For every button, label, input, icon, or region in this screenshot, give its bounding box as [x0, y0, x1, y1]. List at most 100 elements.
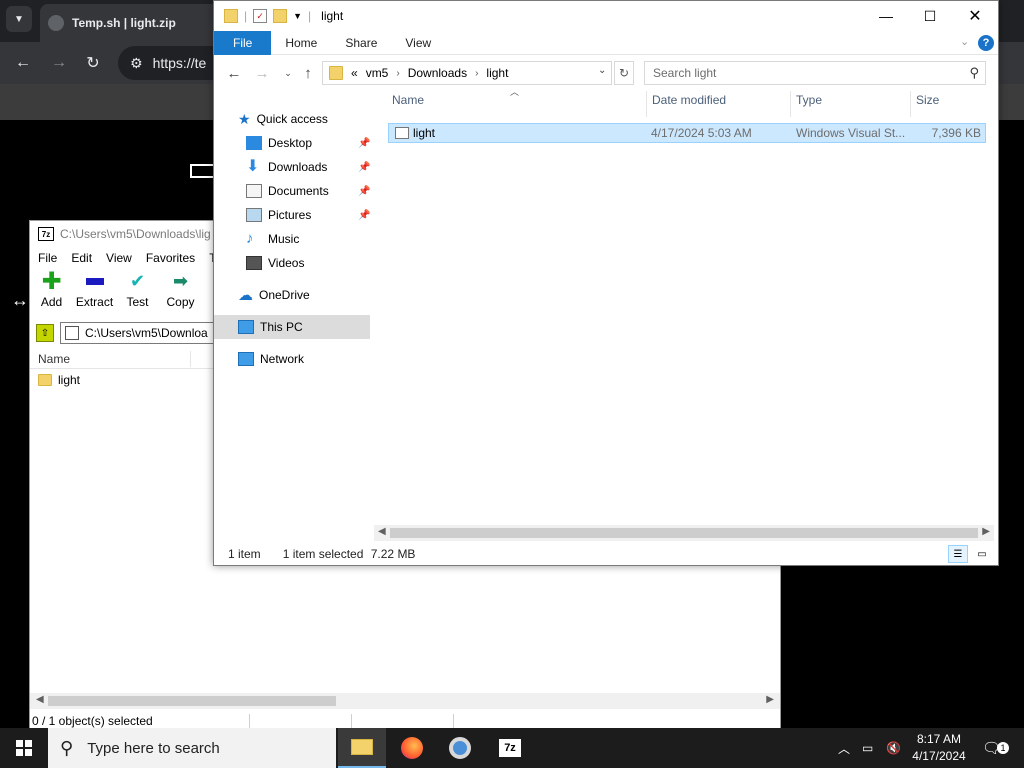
selected-size: 7.22 MB — [370, 547, 416, 561]
archive-icon — [65, 326, 79, 340]
column-type[interactable]: Type — [796, 93, 822, 107]
scroll-left-icon[interactable]: ◀ — [378, 526, 386, 537]
music-icon: ♪ — [246, 230, 254, 247]
chevron-right-icon[interactable]: › — [396, 68, 399, 79]
column-divider[interactable] — [190, 351, 191, 367]
close-button[interactable]: ✕ — [952, 1, 998, 31]
file-explorer-taskbar-icon[interactable] — [338, 728, 386, 768]
taskbar-clock[interactable]: 8:17 AM 4/17/2024 — [904, 731, 974, 765]
add-button[interactable]: ✚ Add — [30, 268, 73, 317]
scroll-left-icon[interactable]: ◀ — [36, 694, 44, 705]
sidebar-item-documents[interactable]: Documents 📌 — [246, 179, 378, 203]
maximize-button[interactable]: ☐ — [907, 1, 953, 31]
sidebar-item-network[interactable]: Network — [238, 347, 304, 371]
list-item[interactable]: light — [38, 373, 80, 387]
network-tray-icon[interactable]: ▭ — [862, 728, 873, 768]
pin-icon: 📌 — [358, 185, 371, 197]
minimize-button[interactable]: — — [863, 1, 909, 31]
help-icon[interactable]: ? — [978, 35, 994, 51]
sidebar-item-music[interactable]: ♪ Music — [246, 227, 299, 251]
breadcrumb-light[interactable]: light — [486, 66, 508, 80]
tab-title: Temp.sh | light.zip — [72, 16, 176, 30]
tab-home[interactable]: Home — [271, 31, 331, 55]
tab-file[interactable]: File — [214, 30, 272, 55]
properties-icon[interactable]: ✓ — [253, 9, 268, 23]
column-divider[interactable] — [790, 91, 791, 117]
qa-dropdown-icon[interactable]: ▼ — [293, 11, 302, 21]
scroll-right-icon[interactable]: ▶ — [766, 694, 774, 705]
column-divider[interactable] — [910, 91, 911, 117]
recent-locations-icon[interactable]: ⌄ — [278, 63, 298, 83]
file-date: 4/17/2024 5:03 AM — [651, 126, 752, 140]
sidebar-item-downloads[interactable]: ⬇ Downloads 📌 — [246, 155, 378, 179]
table-row[interactable]: light 4/17/2024 5:03 AM Windows Visual S… — [388, 123, 986, 143]
extract-button[interactable]: Extract — [73, 271, 116, 317]
menu-favorites[interactable]: Favorites — [146, 251, 195, 265]
sevenzip-horizontal-scrollbar[interactable]: ◀ ▶ — [30, 693, 780, 709]
star-icon: ★ — [238, 110, 251, 127]
sidebar-item-desktop[interactable]: Desktop 📌 — [246, 131, 378, 155]
column-name[interactable]: Name — [392, 93, 424, 107]
taskbar-search-box[interactable]: ⚲ Type here to search — [48, 728, 336, 768]
large-icons-view-icon[interactable]: ▭ — [972, 545, 992, 563]
column-date-modified[interactable]: Date modified — [652, 93, 726, 107]
breadcrumb[interactable]: « vm5 › Downloads › light — [322, 61, 612, 85]
scroll-thumb[interactable] — [390, 528, 978, 538]
notification-center-icon[interactable]: 🗨 1 — [982, 728, 1010, 768]
back-arrow-icon[interactable]: ← — [12, 52, 34, 74]
back-arrow-icon[interactable]: ← — [224, 63, 244, 83]
search-icon: ⚲ — [969, 65, 979, 80]
reload-icon[interactable]: ↻ — [82, 52, 104, 74]
sidebar-item-this-pc[interactable]: This PC — [214, 315, 370, 339]
sidebar-item-onedrive[interactable]: ☁ OneDrive — [238, 283, 310, 307]
breadcrumb-downloads[interactable]: Downloads — [408, 66, 467, 80]
start-button[interactable] — [0, 728, 48, 768]
chrome-taskbar-icon[interactable] — [436, 728, 484, 768]
address-dropdown-icon[interactable]: ⌄ — [598, 65, 606, 76]
details-view-icon[interactable]: ☰ — [948, 545, 968, 563]
up-arrow-icon[interactable]: ↑ — [298, 63, 318, 83]
music-label: Music — [268, 232, 300, 246]
firefox-icon — [401, 737, 423, 759]
test-button[interactable]: ✔ Test — [116, 271, 159, 317]
refresh-icon[interactable]: ↻ — [614, 61, 634, 85]
file-icon — [395, 127, 409, 139]
show-hidden-icons-icon[interactable]: ︿ — [838, 728, 850, 768]
sidebar-item-pictures[interactable]: Pictures 📌 — [246, 203, 378, 227]
explorer-address-row: ← → ⌄ ↑ « vm5 › Downloads › light ⌄ ↻ Se… — [214, 59, 998, 87]
breadcrumb-vm5[interactable]: vm5 — [366, 66, 389, 80]
explorer-horizontal-scrollbar[interactable]: ◀ ▶ — [374, 525, 994, 541]
copy-label: Copy — [166, 295, 195, 309]
folder-up-icon[interactable]: ⇧ — [36, 324, 54, 342]
sidebar-item-videos[interactable]: Videos — [246, 251, 304, 275]
firefox-taskbar-icon[interactable] — [388, 728, 436, 768]
breadcrumb-overflow[interactable]: « — [351, 66, 358, 80]
chevron-right-icon[interactable]: › — [475, 68, 478, 79]
videos-icon — [246, 256, 262, 270]
column-size[interactable]: Size — [916, 93, 939, 107]
tab-share[interactable]: Share — [331, 31, 391, 55]
sevenzip-name-column[interactable]: Name — [38, 352, 70, 366]
tab-view[interactable]: View — [391, 31, 445, 55]
sevenzip-taskbar-icon[interactable]: 7z — [486, 728, 534, 768]
sidebar-item-quick-access[interactable]: ★ Quick access — [238, 107, 328, 131]
menu-view[interactable]: View — [106, 251, 132, 265]
file-name: light — [413, 126, 436, 140]
scroll-thumb[interactable] — [48, 696, 336, 706]
ribbon-expand-icon[interactable]: ⌄ — [960, 35, 969, 48]
chrome-tab[interactable]: Temp.sh | light.zip — [40, 4, 230, 42]
volume-muted-icon[interactable]: 🔇 — [886, 728, 901, 768]
forward-arrow-icon[interactable]: → — [252, 63, 272, 83]
site-settings-icon[interactable]: ⚙ — [130, 55, 143, 72]
new-folder-icon[interactable] — [273, 9, 288, 23]
divider: | — [244, 9, 248, 23]
url-text: https://te — [152, 55, 207, 71]
menu-file[interactable]: File — [38, 251, 57, 265]
scroll-right-icon[interactable]: ▶ — [982, 526, 990, 537]
copy-button[interactable]: ➡ Copy — [159, 271, 202, 317]
menu-edit[interactable]: Edit — [71, 251, 92, 265]
search-input[interactable]: Search light ⚲ — [644, 61, 986, 85]
tab-search-button[interactable]: ▼ — [6, 6, 32, 32]
forward-arrow-icon[interactable]: → — [48, 52, 70, 74]
column-divider[interactable] — [646, 91, 647, 117]
